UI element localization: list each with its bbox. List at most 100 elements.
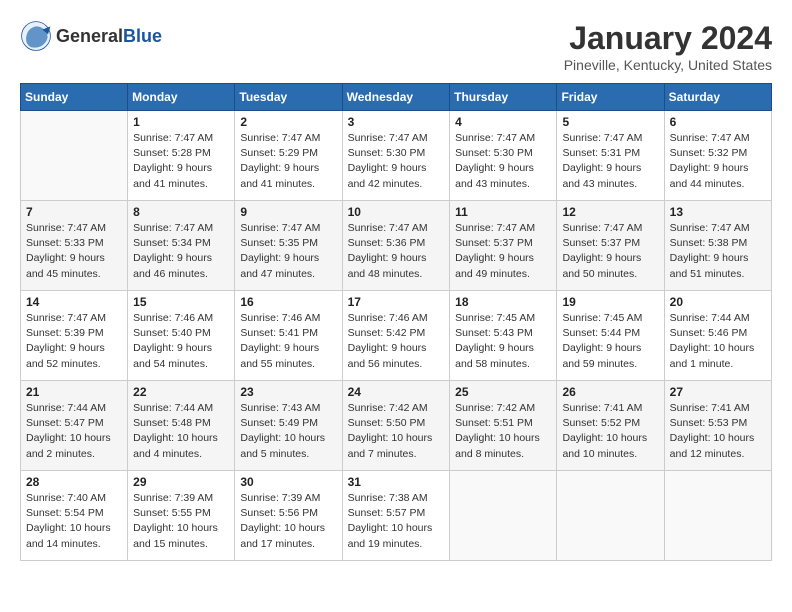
calendar-cell <box>21 111 128 201</box>
calendar-cell: 18Sunrise: 7:45 AM Sunset: 5:43 PM Dayli… <box>450 291 557 381</box>
calendar-cell <box>664 471 771 561</box>
day-number: 9 <box>240 205 336 219</box>
calendar-cell: 22 Sunrise: 7:44 AM Sunset: 5:48 PM Dayli… <box>128 381 235 471</box>
calendar-cell: 27Sunrise: 7:41 AM Sunset: 5:53 PM Dayli… <box>664 381 771 471</box>
calendar-cell: 26 Sunrise: 7:41 AM Sunset: 5:52 PM Dayli… <box>557 381 664 471</box>
day-number: 23 <box>240 385 336 399</box>
calendar-cell <box>557 471 664 561</box>
day-info: Sunrise: 7:47 AM Sunset: 5:37 PM Dayligh… <box>455 221 551 282</box>
day-info: Sunrise: 7:47 AM Sunset: 5:39 PM Dayligh… <box>26 311 122 372</box>
calendar-week-3: 14 Sunrise: 7:47 AM Sunset: 5:39 PM Dayli… <box>21 291 772 381</box>
calendar-cell: 6 Sunrise: 7:47 AM Sunset: 5:32 PM Daylig… <box>664 111 771 201</box>
day-header-saturday: Saturday <box>664 84 771 111</box>
day-header-monday: Monday <box>128 84 235 111</box>
calendar-cell: 3 Sunrise: 7:47 AM Sunset: 5:30 PM Daylig… <box>342 111 450 201</box>
day-info: Sunrise: 7:47 AM Sunset: 5:36 PM Dayligh… <box>348 221 445 282</box>
day-info: Sunrise: 7:43 AM Sunset: 5:49 PM Dayligh… <box>240 401 336 462</box>
day-number: 6 <box>670 115 766 129</box>
day-number: 12 <box>562 205 658 219</box>
calendar-cell <box>450 471 557 561</box>
title-block: January 2024 Pineville, Kentucky, United… <box>564 20 772 73</box>
day-header-wednesday: Wednesday <box>342 84 450 111</box>
day-number: 28 <box>26 475 122 489</box>
calendar-cell: 2Sunrise: 7:47 AM Sunset: 5:29 PM Daylig… <box>235 111 342 201</box>
calendar-cell: 17 Sunrise: 7:46 AM Sunset: 5:42 PM Dayli… <box>342 291 450 381</box>
calendar-header: SundayMondayTuesdayWednesdayThursdayFrid… <box>21 84 772 111</box>
day-number: 31 <box>348 475 445 489</box>
day-info: Sunrise: 7:46 AM Sunset: 5:40 PM Dayligh… <box>133 311 229 372</box>
day-header-friday: Friday <box>557 84 664 111</box>
day-info: Sunrise: 7:47 AM Sunset: 5:37 PM Dayligh… <box>562 221 658 282</box>
day-info: Sunrise: 7:44 AM Sunset: 5:48 PM Dayligh… <box>133 401 229 462</box>
day-info: Sunrise: 7:41 AM Sunset: 5:52 PM Dayligh… <box>562 401 658 462</box>
calendar-cell: 25Sunrise: 7:42 AM Sunset: 5:51 PM Dayli… <box>450 381 557 471</box>
calendar-cell: 19Sunrise: 7:45 AM Sunset: 5:44 PM Dayli… <box>557 291 664 381</box>
day-info: Sunrise: 7:47 AM Sunset: 5:30 PM Dayligh… <box>455 131 551 192</box>
page-subtitle: Pineville, Kentucky, United States <box>564 57 772 73</box>
logo-icon <box>20 20 52 52</box>
calendar-cell: 14 Sunrise: 7:47 AM Sunset: 5:39 PM Dayli… <box>21 291 128 381</box>
day-number: 26 <box>562 385 658 399</box>
day-info: Sunrise: 7:47 AM Sunset: 5:28 PM Dayligh… <box>133 131 229 192</box>
day-info: Sunrise: 7:47 AM Sunset: 5:30 PM Dayligh… <box>348 131 445 192</box>
day-info: Sunrise: 7:42 AM Sunset: 5:50 PM Dayligh… <box>348 401 445 462</box>
calendar-cell: 28 Sunrise: 7:40 AM Sunset: 5:54 PM Dayli… <box>21 471 128 561</box>
calendar-cell: 8 Sunrise: 7:47 AM Sunset: 5:34 PM Daylig… <box>128 201 235 291</box>
calendar-cell: 13 Sunrise: 7:47 AM Sunset: 5:38 PM Dayli… <box>664 201 771 291</box>
day-info: Sunrise: 7:38 AM Sunset: 5:57 PM Dayligh… <box>348 491 445 552</box>
logo-blue: Blue <box>123 26 162 46</box>
day-info: Sunrise: 7:44 AM Sunset: 5:46 PM Dayligh… <box>670 311 766 372</box>
day-number: 19 <box>562 295 658 309</box>
day-number: 22 <box>133 385 229 399</box>
day-info: Sunrise: 7:39 AM Sunset: 5:55 PM Dayligh… <box>133 491 229 552</box>
day-number: 25 <box>455 385 551 399</box>
day-info: Sunrise: 7:47 AM Sunset: 5:38 PM Dayligh… <box>670 221 766 282</box>
day-number: 27 <box>670 385 766 399</box>
calendar-cell: 7Sunrise: 7:47 AM Sunset: 5:33 PM Daylig… <box>21 201 128 291</box>
calendar-cell: 5Sunrise: 7:47 AM Sunset: 5:31 PM Daylig… <box>557 111 664 201</box>
calendar-table: SundayMondayTuesdayWednesdayThursdayFrid… <box>20 83 772 561</box>
calendar-cell: 24Sunrise: 7:42 AM Sunset: 5:50 PM Dayli… <box>342 381 450 471</box>
day-number: 7 <box>26 205 122 219</box>
logo-general: General <box>56 26 123 46</box>
calendar-cell: 30 Sunrise: 7:39 AM Sunset: 5:56 PM Dayli… <box>235 471 342 561</box>
day-info: Sunrise: 7:47 AM Sunset: 5:34 PM Dayligh… <box>133 221 229 282</box>
calendar-cell: 29Sunrise: 7:39 AM Sunset: 5:55 PM Dayli… <box>128 471 235 561</box>
page-title: January 2024 <box>564 20 772 57</box>
day-info: Sunrise: 7:46 AM Sunset: 5:42 PM Dayligh… <box>348 311 445 372</box>
calendar-week-1: 1 Sunrise: 7:47 AM Sunset: 5:28 PM Daylig… <box>21 111 772 201</box>
day-info: Sunrise: 7:40 AM Sunset: 5:54 PM Dayligh… <box>26 491 122 552</box>
day-number: 11 <box>455 205 551 219</box>
day-number: 8 <box>133 205 229 219</box>
day-number: 17 <box>348 295 445 309</box>
day-info: Sunrise: 7:45 AM Sunset: 5:43 PM Dayligh… <box>455 311 551 372</box>
calendar-cell: 23 Sunrise: 7:43 AM Sunset: 5:49 PM Dayli… <box>235 381 342 471</box>
day-number: 30 <box>240 475 336 489</box>
calendar-cell: 20 Sunrise: 7:44 AM Sunset: 5:46 PM Dayli… <box>664 291 771 381</box>
calendar-cell: 15 Sunrise: 7:46 AM Sunset: 5:40 PM Dayli… <box>128 291 235 381</box>
day-number: 2 <box>240 115 336 129</box>
day-number: 13 <box>670 205 766 219</box>
day-number: 21 <box>26 385 122 399</box>
day-number: 4 <box>455 115 551 129</box>
day-number: 14 <box>26 295 122 309</box>
logo: GeneralBlue <box>20 20 162 52</box>
day-info: Sunrise: 7:46 AM Sunset: 5:41 PM Dayligh… <box>240 311 336 372</box>
day-info: Sunrise: 7:47 AM Sunset: 5:32 PM Dayligh… <box>670 131 766 192</box>
day-number: 3 <box>348 115 445 129</box>
day-number: 1 <box>133 115 229 129</box>
calendar-cell: 9Sunrise: 7:47 AM Sunset: 5:35 PM Daylig… <box>235 201 342 291</box>
day-info: Sunrise: 7:44 AM Sunset: 5:47 PM Dayligh… <box>26 401 122 462</box>
day-number: 10 <box>348 205 445 219</box>
calendar-cell: 1 Sunrise: 7:47 AM Sunset: 5:28 PM Daylig… <box>128 111 235 201</box>
day-number: 20 <box>670 295 766 309</box>
calendar-cell: 16 Sunrise: 7:46 AM Sunset: 5:41 PM Dayli… <box>235 291 342 381</box>
day-number: 15 <box>133 295 229 309</box>
days-of-week-row: SundayMondayTuesdayWednesdayThursdayFrid… <box>21 84 772 111</box>
day-number: 16 <box>240 295 336 309</box>
calendar-cell: 4 Sunrise: 7:47 AM Sunset: 5:30 PM Daylig… <box>450 111 557 201</box>
calendar-cell: 11 Sunrise: 7:47 AM Sunset: 5:37 PM Dayli… <box>450 201 557 291</box>
day-info: Sunrise: 7:39 AM Sunset: 5:56 PM Dayligh… <box>240 491 336 552</box>
day-header-thursday: Thursday <box>450 84 557 111</box>
calendar-week-5: 28 Sunrise: 7:40 AM Sunset: 5:54 PM Dayli… <box>21 471 772 561</box>
